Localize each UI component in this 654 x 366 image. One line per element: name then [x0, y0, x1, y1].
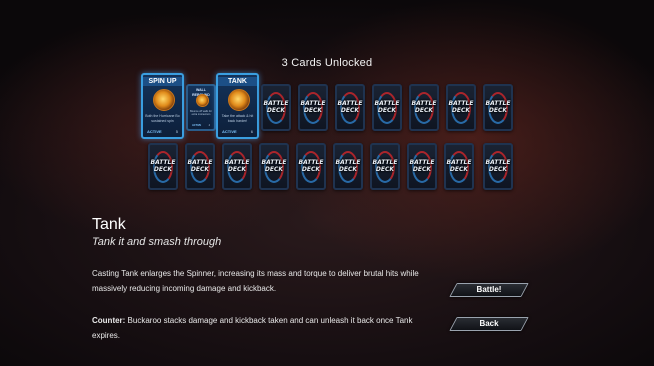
back-button-label: Back — [479, 319, 499, 328]
card-back-label: BATTLE DECK — [448, 100, 474, 114]
locked-card[interactable]: BATTLE DECK — [185, 143, 215, 190]
card-status: ACTIVE — [192, 124, 202, 127]
card-description: Take the attack & hit back harder! — [221, 114, 254, 123]
card-back-label: BATTLE DECK — [263, 100, 289, 114]
card-back-label: BATTLE DECK — [337, 100, 363, 114]
ability-subtitle: Tank it and smash through — [92, 236, 222, 248]
ability-title: Tank — [92, 216, 126, 233]
counter-text: Buckaroo stacks damage and kickback take… — [92, 316, 413, 340]
locked-card[interactable]: BATTLE DECK — [409, 84, 439, 131]
battle-button-label: Battle! — [476, 285, 502, 294]
card-grid: SPIN UP Both the Hurricane Bo sustained … — [0, 0, 654, 200]
card-back-label: BATTLE DECK — [409, 159, 435, 173]
card-description: Both the Hurricane Bo sustained spin — [145, 114, 180, 123]
card-back-label: BATTLE DECK — [372, 159, 398, 173]
spin-emblem-icon — [153, 89, 175, 111]
locked-card[interactable]: BATTLE DECK — [333, 143, 363, 190]
card-back-label: BATTLE DECK — [298, 159, 324, 173]
card-cost: 6 — [250, 129, 253, 134]
card-name: TANK — [218, 77, 257, 86]
locked-card[interactable]: BATTLE DECK — [370, 143, 400, 190]
locked-card[interactable]: BATTLE DECK — [335, 84, 365, 131]
card-name: SPIN UP — [143, 77, 182, 86]
ability-description: Casting Tank enlarges the Spinner, incre… — [92, 269, 419, 293]
card-description: Bounce off walls for extra momentum — [190, 110, 212, 117]
locked-card[interactable]: BATTLE DECK — [483, 84, 513, 131]
card-status: ACTIVE — [222, 129, 237, 134]
card-back-label: BATTLE DECK — [150, 159, 176, 173]
card-cost: 4 — [208, 124, 210, 127]
card-spin-up[interactable]: SPIN UP Both the Hurricane Bo sustained … — [141, 73, 184, 139]
back-button[interactable]: Back — [449, 317, 529, 331]
counter-label: Counter: — [92, 316, 126, 325]
card-wall-rebound[interactable]: WALL REBOUND Bounce off walls for extra … — [186, 84, 216, 131]
card-back-label: BATTLE DECK — [374, 100, 400, 114]
card-back-label: BATTLE DECK — [224, 159, 250, 173]
locked-card[interactable]: BATTLE DECK — [444, 143, 474, 190]
locked-card[interactable]: BATTLE DECK — [298, 84, 328, 131]
card-tank[interactable]: TANK Take the attack & hit back harder! … — [216, 73, 259, 139]
locked-card[interactable]: BATTLE DECK — [148, 143, 178, 190]
locked-card[interactable]: BATTLE DECK — [222, 143, 252, 190]
card-status: ACTIVE — [147, 129, 162, 134]
card-back-label: BATTLE DECK — [411, 100, 437, 114]
locked-card[interactable]: BATTLE DECK — [483, 143, 513, 190]
card-back-label: BATTLE DECK — [335, 159, 361, 173]
card-cost: 5 — [175, 129, 178, 134]
card-back-label: BATTLE DECK — [446, 159, 472, 173]
tank-emblem-icon — [228, 89, 250, 111]
card-back-label: BATTLE DECK — [261, 159, 287, 173]
locked-card[interactable]: BATTLE DECK — [372, 84, 402, 131]
ability-counter: Counter: Buckaroo stacks damage and kick… — [92, 313, 432, 343]
locked-card[interactable]: BATTLE DECK — [446, 84, 476, 131]
card-back-label: BATTLE DECK — [300, 100, 326, 114]
card-back-label: BATTLE DECK — [187, 159, 213, 173]
locked-card[interactable]: BATTLE DECK — [296, 143, 326, 190]
battle-button[interactable]: Battle! — [449, 283, 529, 297]
locked-card[interactable]: BATTLE DECK — [407, 143, 437, 190]
rebound-emblem-icon — [196, 94, 209, 107]
card-back-label: BATTLE DECK — [485, 159, 511, 173]
locked-card[interactable]: BATTLE DECK — [259, 143, 289, 190]
locked-card[interactable]: BATTLE DECK — [261, 84, 291, 131]
card-back-label: BATTLE DECK — [485, 100, 511, 114]
